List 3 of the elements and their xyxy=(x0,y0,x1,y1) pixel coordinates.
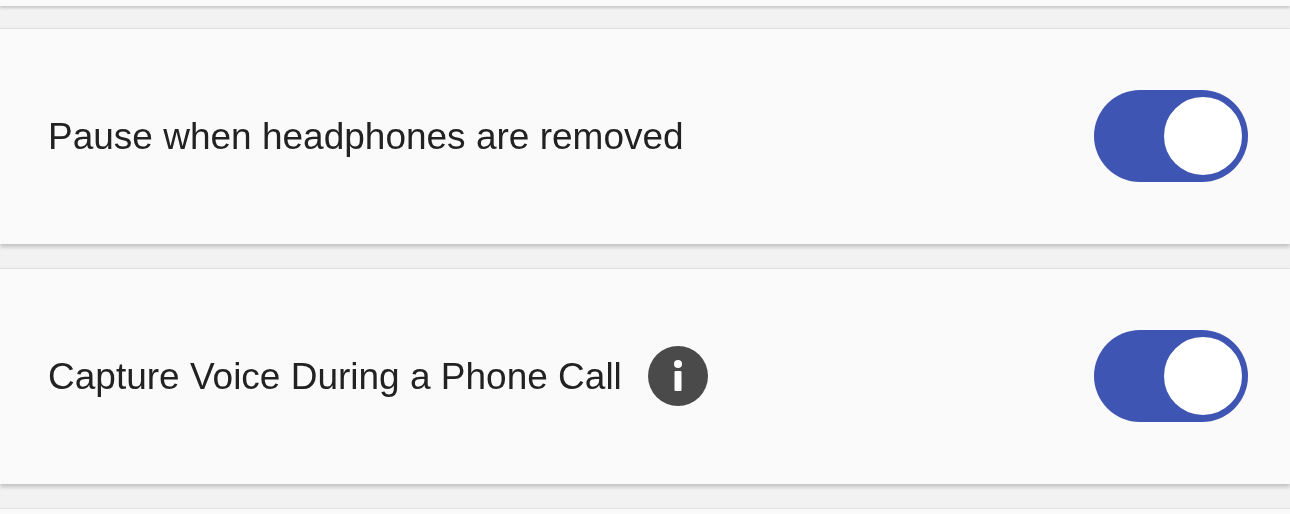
info-icon[interactable] xyxy=(647,346,708,407)
setting-label: Pause when headphones are removed xyxy=(48,114,684,159)
setting-label: Capture Voice During a Phone Call xyxy=(48,354,622,399)
